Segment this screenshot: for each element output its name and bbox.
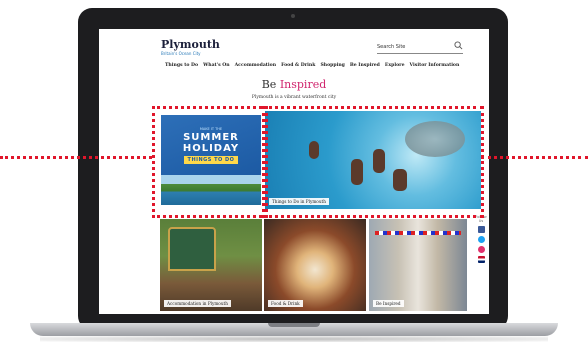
laptop-base xyxy=(30,323,558,336)
shepherds-hut-image xyxy=(168,227,216,271)
facebook-icon[interactable] xyxy=(477,226,485,233)
site-logo[interactable]: Plymouth Britain's Ocean City xyxy=(161,39,220,56)
nav-item-food-drink[interactable]: Food & Drink xyxy=(281,62,315,70)
nav-item-shopping[interactable]: Shopping xyxy=(320,62,344,70)
accommodation-tile[interactable]: Accommodation in Plymouth xyxy=(160,219,262,311)
camera-dot xyxy=(291,14,295,18)
twitter-icon[interactable] xyxy=(477,236,485,243)
laptop-base-notch xyxy=(268,323,320,327)
highlight-line-left xyxy=(0,156,152,159)
page-title-accent: Inspired xyxy=(279,78,327,91)
page-title: Be Inspired xyxy=(99,78,489,91)
search-input[interactable]: Search Site xyxy=(377,41,463,54)
nav-item-accommodation[interactable]: Accommodation xyxy=(235,62,276,70)
highlight-box-pool xyxy=(262,106,484,218)
nav-item-be-inspired[interactable]: Be Inspired xyxy=(350,62,380,70)
intro-text: Plymouth is a vibrant waterfront city xyxy=(251,95,337,100)
main-nav: Things to Do What's On Accommodation Foo… xyxy=(165,62,475,70)
instagram-icon[interactable] xyxy=(477,246,485,253)
nav-item-explore[interactable]: Explore xyxy=(385,62,405,70)
bunting-image xyxy=(375,231,461,235)
food-drink-tile[interactable]: Food & Drink xyxy=(264,219,366,311)
logo-tagline: Britain's Ocean City xyxy=(161,51,201,56)
search-placeholder: Search Site xyxy=(377,44,406,50)
tile-caption: Be Inspired xyxy=(373,300,404,307)
laptop-shadow xyxy=(40,336,548,342)
search-icon[interactable] xyxy=(454,41,463,50)
highlight-line-right xyxy=(481,156,588,159)
tile-caption: Food & Drink xyxy=(268,300,303,307)
nav-item-things-to-do[interactable]: Things to Do xyxy=(165,62,198,70)
logo-name: Plymouth xyxy=(161,38,220,51)
site-header: Plymouth Britain's Ocean City Search Sit… xyxy=(99,29,489,73)
highlight-box-summer xyxy=(152,106,268,218)
nav-item-whats-on[interactable]: What's On xyxy=(203,62,230,70)
social-follow: Follow Us xyxy=(473,215,489,263)
page-title-prefix: Be xyxy=(261,78,277,91)
tile-caption: Accommodation in Plymouth xyxy=(164,300,231,307)
be-inspired-tile[interactable]: Be Inspired xyxy=(369,219,467,311)
nav-item-visitor-information[interactable]: Visitor Information xyxy=(410,62,460,70)
language-flag-icon[interactable] xyxy=(477,256,485,263)
